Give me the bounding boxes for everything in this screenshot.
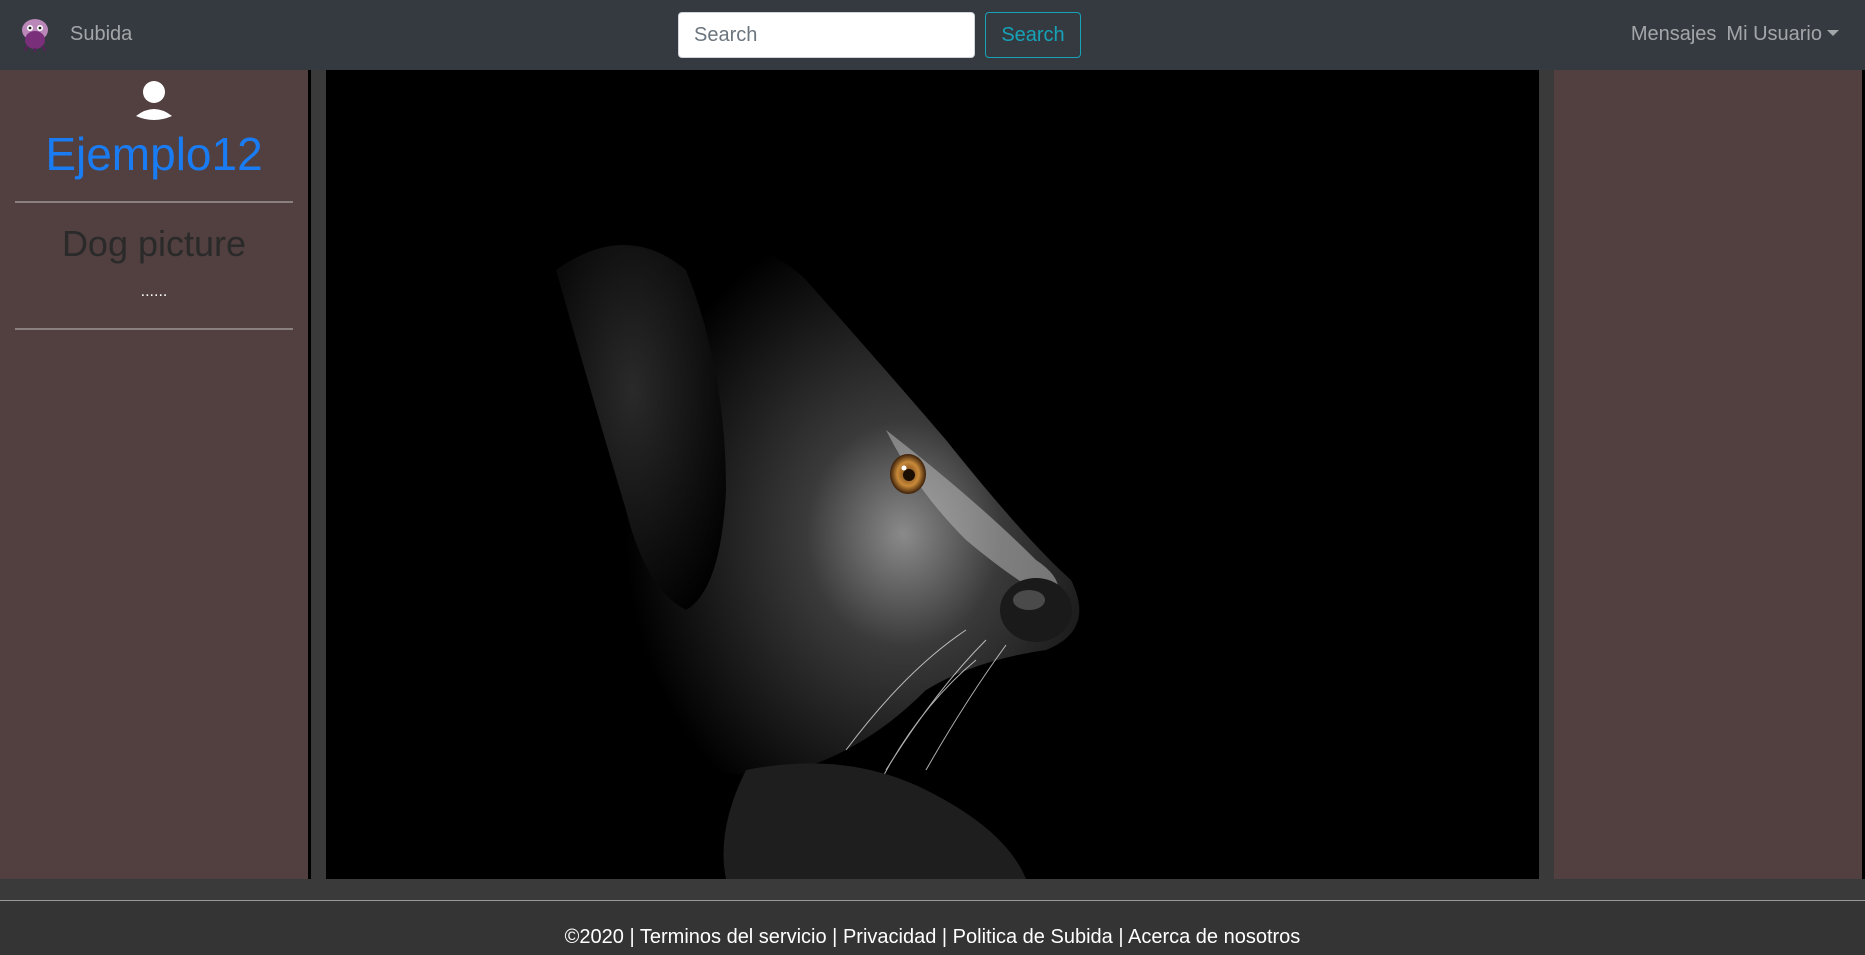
privacy-link[interactable]: Privacidad — [843, 926, 936, 948]
caret-down-icon — [1827, 30, 1839, 36]
about-us-link[interactable]: Acerca de nosotros — [1128, 926, 1300, 948]
footer: ©2020 | Terminos del servicio | Privacid… — [0, 900, 1865, 955]
post-title: Dog picture — [61, 223, 247, 264]
user-menu-dropdown[interactable]: Mi Usuario — [1726, 22, 1839, 46]
divider — [15, 201, 293, 203]
search-input[interactable] — [678, 12, 975, 58]
copyright-text: ©2020 — [564, 926, 624, 948]
user-menu-label: Mi Usuario — [1726, 23, 1822, 45]
brand-link[interactable]: Subida — [70, 22, 132, 46]
post-image[interactable] — [326, 70, 1539, 879]
dog-photo — [326, 70, 1539, 879]
terms-link[interactable]: Terminos del servicio — [640, 926, 827, 948]
footer-spacer — [0, 879, 1865, 900]
footer-separator: | — [629, 926, 635, 948]
divider — [15, 328, 293, 330]
footer-separator: | — [941, 926, 948, 948]
footer-separator: | — [1118, 926, 1124, 948]
top-navbar: Subida Search Mensajes Mi Usuario — [0, 0, 1865, 70]
left-sidebar: Ejemplo12 Dog picture ...... — [0, 70, 308, 879]
right-sidebar — [1554, 70, 1862, 879]
user-avatar-icon — [136, 81, 172, 120]
nav-right-menu: Mensajes Mi Usuario — [1631, 22, 1839, 46]
profile-username-link[interactable]: Ejemplo12 — [0, 126, 308, 182]
post-description: ...... — [140, 283, 168, 300]
purple-creature-logo-icon[interactable] — [18, 16, 52, 52]
footer-separator: | — [832, 926, 838, 948]
search-button[interactable]: Search — [985, 12, 1081, 58]
upload-policy-link[interactable]: Politica de Subida — [953, 926, 1113, 948]
footer-text: ©2020 | Terminos del servicio | Privacid… — [0, 925, 1865, 949]
messages-link[interactable]: Mensajes — [1631, 22, 1717, 46]
